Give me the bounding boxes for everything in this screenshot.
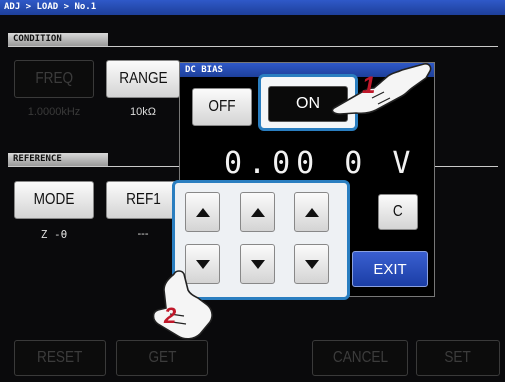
mode-button-label: MODE [33,191,75,208]
reset-button[interactable]: RESET [14,340,106,376]
exit-button[interactable]: EXIT [352,251,428,287]
pointing-hand-icon [331,63,432,115]
digit3-up-button[interactable] [294,192,329,232]
exit-button-label: EXIT [373,260,407,278]
mode-value: Z -θ [40,228,68,241]
up-arrow-icon [250,207,265,217]
reset-button-label: RESET [37,349,83,366]
ref1-button[interactable]: REF1 [106,181,180,219]
ref1-value: --- [137,228,149,240]
up-arrow-icon [195,207,210,217]
up-arrow-icon [304,207,319,217]
condition-header: CONDITION [8,33,108,46]
condition-divider [8,46,498,47]
freq-button[interactable]: FREQ [14,60,94,98]
range-button-label: RANGE [118,70,168,87]
off-button-label: OFF [208,98,236,115]
step-2-callout: 2 [164,303,177,328]
reference-header: REFERENCE [8,153,108,166]
freq-value: 1.0000kHz [27,106,81,118]
voltage-display: 0.00 0 V [224,146,417,181]
pointing-hand-icon [152,270,213,340]
clear-button[interactable]: C [378,194,418,230]
breadcrumb: ADJ > LOAD > No.1 [0,0,505,15]
digit1-up-button[interactable] [185,192,220,232]
off-button[interactable]: OFF [192,88,252,126]
clear-button-label: C [393,203,403,220]
range-value: 10kΩ [130,106,156,118]
cancel-button-label: CANCEL [332,349,388,366]
set-button-label: SET [444,349,472,366]
range-button[interactable]: RANGE [106,60,180,98]
step-1-callout: 1 [362,72,376,99]
mode-button[interactable]: MODE [14,181,94,219]
on-button-label: ON [296,95,320,112]
down-arrow-icon [304,259,319,269]
freq-button-label: FREQ [35,70,73,87]
set-button[interactable]: SET [416,340,500,376]
get-button[interactable]: GET [116,340,208,376]
down-arrow-icon [250,259,265,269]
digit2-down-button[interactable] [240,244,275,284]
ref1-button-label: REF1 [125,191,161,208]
digit3-down-button[interactable] [294,244,329,284]
digit2-up-button[interactable] [240,192,275,232]
screen: ADJ > LOAD > No.1 CONDITION FREQ 1.0000k… [0,0,505,382]
get-button-label: GET [148,349,176,366]
cancel-button[interactable]: CANCEL [312,340,408,376]
